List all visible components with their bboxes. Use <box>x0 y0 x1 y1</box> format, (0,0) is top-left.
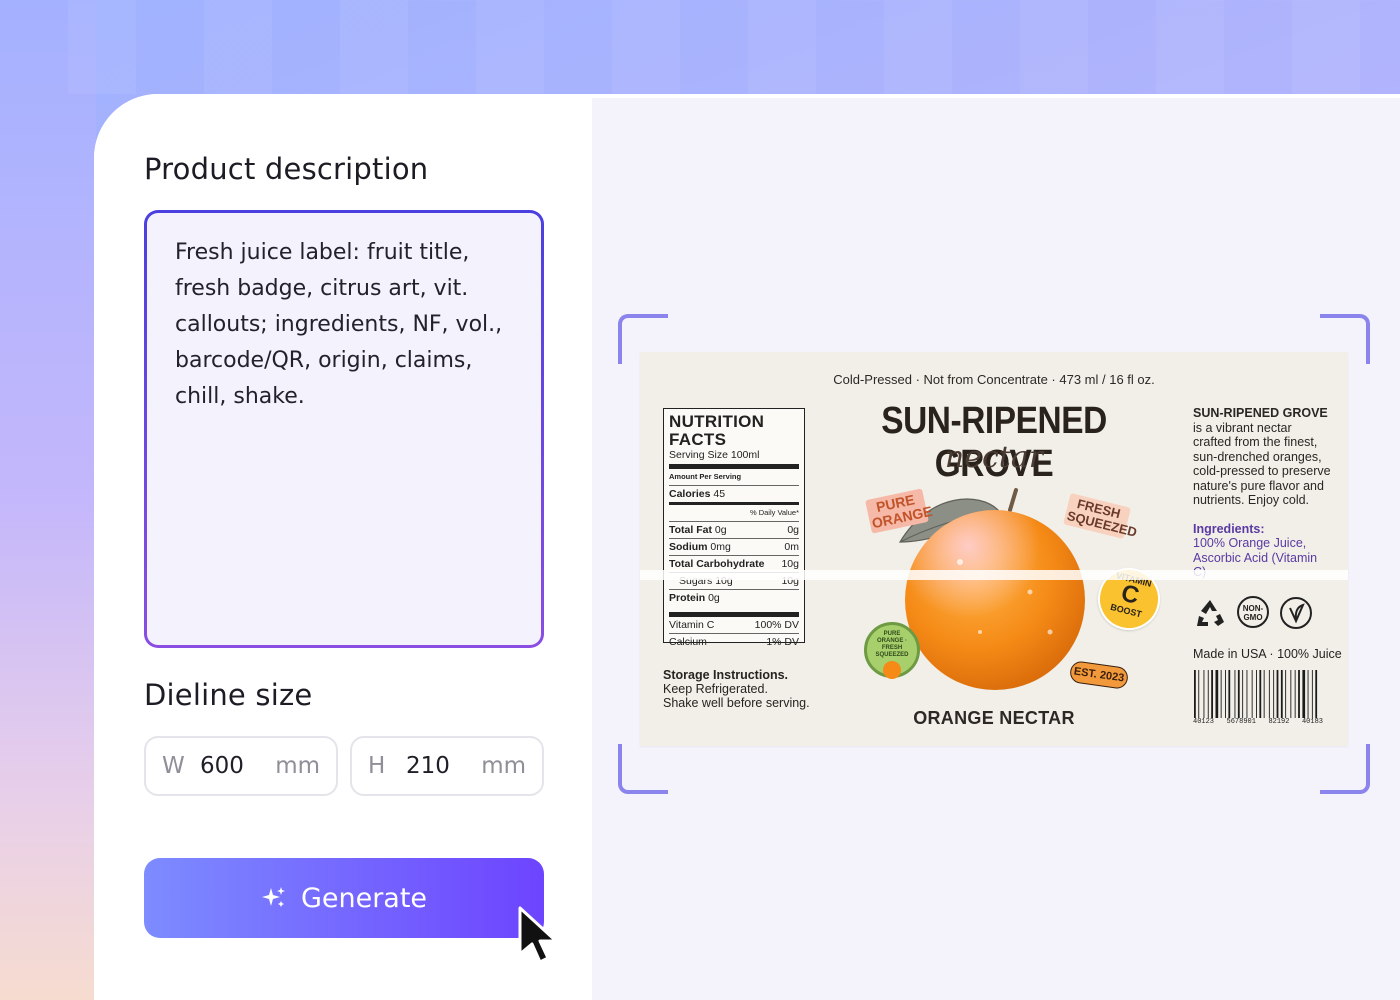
claims-icons: NON-GMO <box>1193 596 1313 630</box>
barcode-digits: 40123 5678901 82192 40183 <box>1193 718 1323 726</box>
width-value[interactable]: 600 <box>200 753 275 779</box>
generate-button[interactable]: Generate <box>144 858 544 938</box>
width-unit: mm <box>275 753 320 779</box>
nutrition-row: Protein 0g <box>669 589 799 606</box>
nutrition-calories-row: Calories 45 <box>669 485 799 502</box>
nutrition-serving: Serving Size 100ml <box>669 449 760 461</box>
nutrition-row: Sodium 0mg 0m <box>669 538 799 555</box>
barcode-bar <box>1220 670 1222 718</box>
dieline-heading: Dieline size <box>144 678 313 712</box>
barcode-bar <box>1256 670 1257 718</box>
mini-orange-icon <box>883 661 901 679</box>
nutrition-row: Total Fat 0g 0g <box>669 521 799 538</box>
description-textarea[interactable]: Fresh juice label: fruit title, fresh ba… <box>144 210 544 648</box>
barcode-bar <box>1273 670 1275 718</box>
barcode-bar <box>1298 670 1300 718</box>
barcode-bar <box>1251 670 1253 718</box>
barcode-bar <box>1198 670 1200 718</box>
round-fresh-badge: PURE ORANGE · FRESH SQUEEZED <box>864 622 920 679</box>
label-subbrand: nectar <box>944 440 1044 475</box>
height-input[interactable]: H 210 mm <box>350 736 544 796</box>
description-text[interactable]: Fresh juice label: fruit title, fresh ba… <box>147 213 541 645</box>
barcode-bar <box>1268 670 1270 718</box>
barcode-bar <box>1302 670 1306 718</box>
barcode-bar <box>1203 670 1205 718</box>
recycle-icon <box>1197 600 1224 626</box>
barcode-bar <box>1290 670 1292 718</box>
frame-corner-bottom-left <box>618 744 668 794</box>
barcode-bar <box>1237 670 1240 718</box>
barcode-bar <box>1207 670 1209 718</box>
label-topline: Cold-Pressed · Not from Concentrate · 47… <box>833 372 1155 387</box>
barcode-bar <box>1307 670 1309 718</box>
nutrition-dv-header: % Daily Value* <box>669 502 799 521</box>
barcode-bar <box>1315 670 1318 718</box>
barcode-bar <box>1285 670 1287 718</box>
barcode-bar <box>1242 670 1244 718</box>
background-top-stripes <box>0 0 1400 94</box>
sparkle-icon <box>261 887 285 907</box>
mouse-pointer-icon <box>518 906 558 964</box>
description-heading: Product description <box>144 152 429 186</box>
frame-corner-bottom-right <box>1320 744 1370 794</box>
label-preview[interactable]: Cold-Pressed · Not from Concentrate · 47… <box>640 352 1348 746</box>
height-prefix: H <box>368 753 386 779</box>
width-input[interactable]: W 600 mm <box>144 736 338 796</box>
barcode-bar <box>1263 670 1265 718</box>
barcode-bar <box>1228 670 1231 718</box>
barcode-bar <box>1246 670 1248 718</box>
barcode-bar <box>1280 670 1283 718</box>
barcode-bar <box>1259 670 1262 718</box>
barcode-bar <box>1276 670 1279 718</box>
form-panel: Product description Fresh juice label: f… <box>94 94 592 1000</box>
nutrition-title: NUTRITION FACTS <box>669 412 765 449</box>
barcode-bar <box>1194 670 1196 718</box>
barcode-bar <box>1234 670 1236 718</box>
barcode-bar <box>1215 670 1219 718</box>
non-gmo-icon: NON-GMO <box>1237 596 1269 628</box>
background-left-gradient <box>0 0 96 1000</box>
nutrition-calcium-row: Calcium 1% DV <box>669 633 799 650</box>
barcode-bar <box>1294 670 1296 718</box>
generate-label: Generate <box>300 882 428 914</box>
storage-instructions: Storage Instructions. Keep Refrigerated.… <box>663 668 810 710</box>
side-description: SUN-RIPENED GROVE is a vibrant nectar cr… <box>1193 406 1331 579</box>
product-name: ORANGE NECTAR <box>913 708 1075 728</box>
barcode-bar <box>1211 670 1213 718</box>
nutrition-vitamin-c-row: Vitamin C 100% DV <box>669 612 799 633</box>
vegan-leaf-icon <box>1280 597 1312 629</box>
barcode-bar <box>1311 670 1313 718</box>
height-unit: mm <box>481 753 526 779</box>
width-prefix: W <box>162 753 185 779</box>
barcode-bar <box>1225 670 1226 718</box>
height-value[interactable]: 210 <box>406 753 481 779</box>
made-in-usa: Made in USA · 100% Juice <box>1193 647 1342 661</box>
nutrition-facts-panel: NUTRITION FACTS Serving Size 100ml Amoun… <box>663 408 805 648</box>
nutrition-amount-per: Amount Per Serving <box>669 464 799 485</box>
preview-scan-line <box>640 570 1348 580</box>
